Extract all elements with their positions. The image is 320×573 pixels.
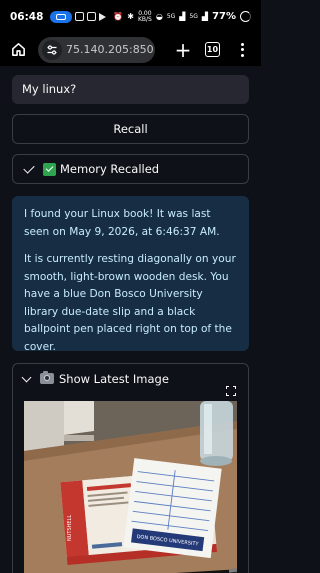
recall-status[interactable]: Memory Recalled	[12, 154, 249, 184]
url-text: 75.140.205:8501	[66, 43, 155, 56]
browser-menu-icon[interactable]	[230, 38, 254, 62]
fullscreen-icon[interactable]	[226, 386, 236, 396]
status-label: Memory Recalled	[60, 162, 160, 176]
result-paragraph-2: It is currently resting diagonally on yo…	[24, 253, 236, 353]
app-page: My linux? Recall Memory Recalled I found…	[0, 66, 261, 573]
battery-percent: 77%	[212, 11, 236, 22]
signal-icon: ▟	[179, 12, 186, 21]
photos-notification-icon	[87, 12, 97, 21]
system-status-bar: 06:48 ⏰ ✱ 0.00 KB/S ◒ 5G ▟ 5G ▟ 77%	[0, 0, 261, 33]
system-indicators: ⏰ ✱ 0.00 KB/S ◒ 5G ▟ 5G ▟ 77%	[113, 9, 251, 23]
notification-icons	[50, 10, 107, 23]
gallery-notification-icon	[75, 12, 85, 21]
site-info-icon[interactable]	[42, 39, 62, 60]
recall-button[interactable]: Recall	[12, 114, 249, 144]
bluetooth-icon: ✱	[127, 12, 134, 21]
browser-toolbar: 75.140.205:8501 + 10	[0, 33, 261, 66]
signal-label: 5G	[189, 12, 198, 20]
new-tab-button[interactable]: +	[171, 38, 195, 62]
result-paragraph-1: I found your Linux book! It was last see…	[24, 208, 220, 238]
tab-switcher-button[interactable]: 10	[205, 42, 220, 57]
camera-icon	[40, 371, 54, 384]
image-expander-label: Show Latest Image	[59, 371, 169, 386]
green-check-icon	[43, 162, 56, 176]
signal-icon-2: ▟	[201, 12, 209, 21]
play-store-icon	[99, 12, 107, 21]
address-bar[interactable]: 75.140.205:8501	[38, 36, 155, 63]
net-speed: 0.00 KB/S	[137, 9, 152, 23]
image-expander-header[interactable]: Show Latest Image	[13, 364, 248, 393]
clock: 06:48	[10, 10, 44, 23]
latest-image: DON BOSCO UNIVERSITY NUTSHELL	[24, 401, 237, 573]
image-expander: Show Latest Image DON BOSCO UNIVERSITY N…	[12, 363, 249, 573]
status-check-icon	[23, 161, 35, 174]
alarm-icon: ⏰	[113, 12, 124, 21]
wifi-icon: ◒	[155, 12, 163, 21]
home-icon[interactable]	[6, 38, 30, 62]
book-brand: NUTSHELL	[67, 515, 73, 541]
chevron-down-icon	[21, 372, 32, 382]
battery-ring-icon	[240, 11, 251, 22]
recall-result: I found your Linux book! It was last see…	[12, 196, 249, 353]
query-input[interactable]: My linux?	[12, 75, 249, 104]
cloud-sync-icon	[50, 10, 73, 23]
network-type: 5G	[166, 12, 176, 20]
